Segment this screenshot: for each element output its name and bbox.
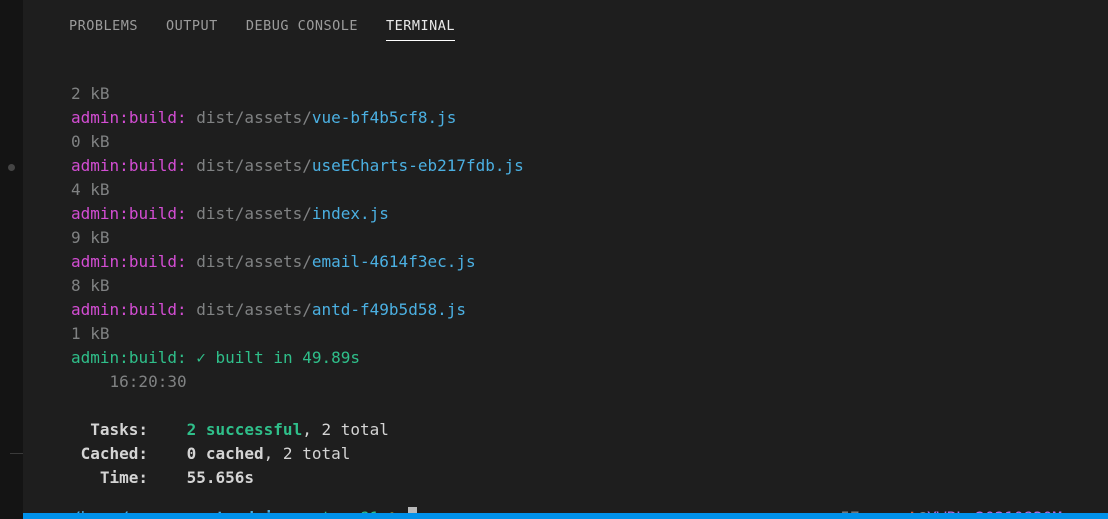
tab-output[interactable]: OUTPUT [166, 18, 218, 34]
tasks-success-num: 2 [187, 420, 197, 439]
build-task: build [129, 348, 177, 367]
time-val: 55.656s [187, 468, 254, 487]
build-job: admin [71, 252, 119, 271]
cached-val: 0 cached [187, 444, 264, 463]
colon: : [177, 252, 187, 271]
build-task: build [129, 156, 177, 175]
tab-terminal[interactable]: TERMINAL [386, 18, 455, 41]
prompt-left: /home/wangc-nest-admin master ?1 ❯ [71, 506, 417, 513]
asset-file: useECharts-eb217fdb.js [312, 156, 524, 175]
asset-path: dist/assets/ [196, 300, 312, 319]
build-job: admin [71, 348, 119, 367]
build-job: admin [71, 300, 119, 319]
colon: : [119, 348, 129, 367]
file-size: 1 kB [71, 324, 110, 343]
colon: : [119, 300, 129, 319]
build-job: admin [71, 108, 119, 127]
tasks-success-word: successful [196, 420, 302, 439]
colon: : [119, 252, 129, 271]
prompt-right: 57s root@YWPL-20210830M [840, 506, 1062, 513]
colon: : [177, 348, 187, 367]
colon: : [177, 300, 187, 319]
check-icon: ✓ [196, 348, 215, 367]
panel-main: PROBLEMS OUTPUT DEBUG CONSOLE TERMINAL 2… [23, 0, 1108, 519]
cached-total: , 2 total [264, 444, 351, 463]
terminal-output[interactable]: 2 kB admin:build: dist/assets/vue-bf4b5c… [23, 48, 1108, 513]
file-size: 9 kB [71, 228, 110, 247]
file-size: 4 kB [71, 180, 110, 199]
asset-file: vue-bf4b5cf8.js [312, 108, 457, 127]
status-bar[interactable] [23, 513, 1108, 519]
label-time: Time: [71, 468, 187, 487]
colon: : [119, 156, 129, 175]
asset-file: antd-f49b5d58.js [312, 300, 466, 319]
asset-file: index.js [312, 204, 389, 223]
tasks-total: , 2 total [302, 420, 389, 439]
asset-path: dist/assets/ [196, 204, 312, 223]
built-message: built in 49.89s [216, 348, 361, 367]
colon: : [119, 204, 129, 223]
colon: : [177, 156, 187, 175]
panel-tabs: PROBLEMS OUTPUT DEBUG CONSOLE TERMINAL [23, 0, 1108, 48]
label-tasks: Tasks: [71, 420, 187, 439]
label-cached: Cached: [71, 444, 187, 463]
asset-file: email-4614f3ec.js [312, 252, 476, 271]
build-task: build [129, 252, 177, 271]
prompt-line[interactable]: /home/wangc-nest-admin master ?1 ❯ 57s r… [71, 506, 1062, 513]
gutter-dot-icon [8, 164, 15, 171]
asset-path: dist/assets/ [196, 156, 312, 175]
build-task: build [129, 300, 177, 319]
tab-debug-console[interactable]: DEBUG CONSOLE [246, 18, 358, 34]
colon: : [177, 204, 187, 223]
tab-problems[interactable]: PROBLEMS [69, 18, 138, 34]
indent [71, 372, 110, 391]
colon: : [177, 108, 187, 127]
build-job: admin [71, 156, 119, 175]
build-task: build [129, 204, 177, 223]
file-size: 0 kB [71, 132, 110, 151]
left-gutter [0, 0, 23, 519]
build-task: build [129, 108, 177, 127]
build-job: admin [71, 204, 119, 223]
gutter-divider-icon [10, 453, 23, 454]
timestamp: 16:20:30 [110, 372, 187, 391]
asset-path: dist/assets/ [196, 252, 312, 271]
file-size: 8 kB [71, 276, 110, 295]
asset-path: dist/assets/ [196, 108, 312, 127]
file-size: 2 kB [71, 84, 110, 103]
colon: : [119, 108, 129, 127]
